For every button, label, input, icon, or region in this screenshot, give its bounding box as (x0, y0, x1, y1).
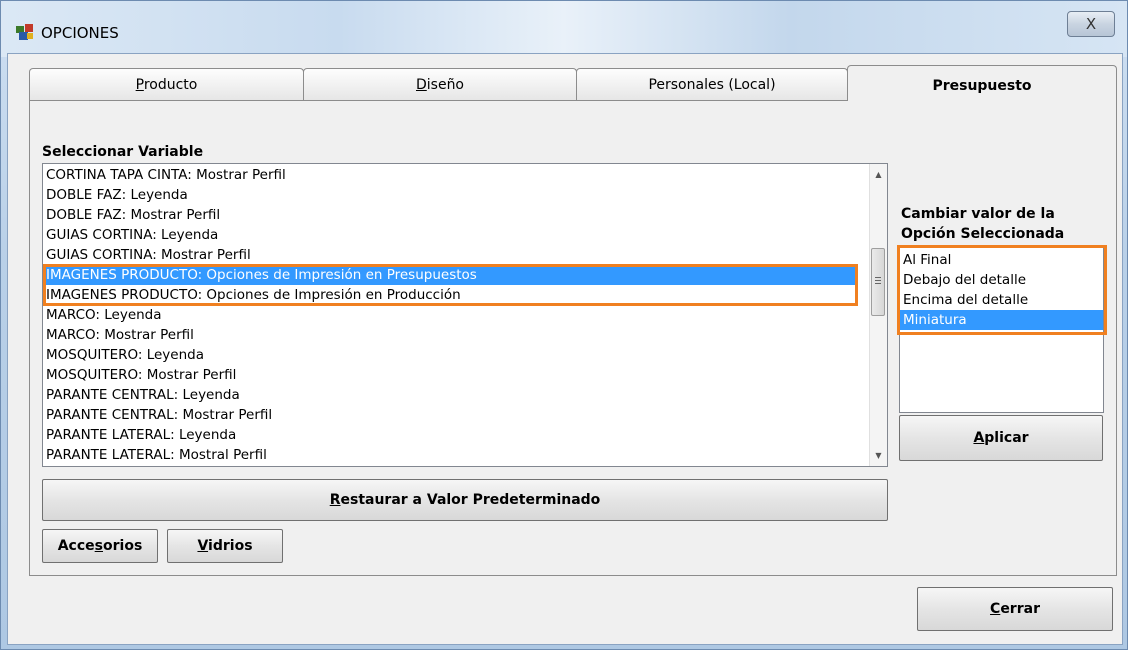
close-label: errar (1000, 601, 1040, 617)
options-highlight-box (897, 245, 1107, 335)
list-item[interactable]: CORTINA TAPA CINTA: Mostrar Perfil (43, 165, 858, 185)
list-item[interactable]: DOBLE FAZ: Leyenda (43, 185, 858, 205)
list-item[interactable]: PARANTE CENTRAL: Mostrar Perfil (43, 405, 858, 425)
tab-presupuesto-label: Presupuesto (932, 78, 1032, 94)
list-item[interactable]: DOBLE FAZ: Mostrar Perfil (43, 205, 858, 225)
accessories-button[interactable]: Accesorios (42, 529, 158, 563)
list-item[interactable]: PARANTE LATERAL: Mostral Perfil (43, 445, 858, 465)
options-window: OPCIONES X Producto Diseño Personales (L… (0, 0, 1128, 650)
change-value-label-line1: Cambiar valor de la (901, 206, 1055, 222)
scroll-thumb[interactable] (871, 248, 885, 316)
restore-default-button[interactable]: Restaurar a Valor Predeterminado (42, 479, 888, 521)
variables-scrollbar[interactable]: ▲ ▼ (869, 164, 887, 466)
grip-line (875, 283, 881, 284)
tab-diseno[interactable]: Diseño (303, 68, 577, 100)
list-item[interactable]: MARCO: Mostrar Perfil (43, 325, 858, 345)
tab-producto-mnemonic: P (135, 77, 144, 93)
list-item[interactable]: MOSQUITERO: Leyenda (43, 345, 858, 365)
glass-mnemonic: V (197, 538, 209, 554)
tab-personales-label: Personales (Local) (648, 77, 776, 93)
change-value-label-line2: Opción Seleccionada (901, 226, 1065, 242)
variables-highlight-box (43, 264, 858, 306)
apply-label: plicar (984, 430, 1029, 446)
accessories-mnemonic: s (94, 538, 103, 554)
tab-producto[interactable]: Producto (29, 68, 304, 100)
glass-label: idrios (208, 538, 253, 554)
list-item[interactable]: GUIAS CORTINA: Leyenda (43, 225, 858, 245)
accessories-label-post: orios (103, 538, 143, 554)
list-item[interactable]: PARANTE LATERAL: Leyenda (43, 425, 858, 445)
apply-mnemonic: A (973, 430, 985, 446)
tab-producto-label: roducto (143, 77, 198, 93)
apply-button[interactable]: Aplicar (899, 415, 1103, 461)
list-item[interactable]: PARANTE CENTRAL: Leyenda (43, 385, 858, 405)
restore-label: estaurar a Valor Predeterminado (340, 492, 601, 508)
scroll-up-icon[interactable]: ▲ (870, 166, 887, 183)
window-title: OPCIONES (41, 24, 119, 42)
list-item[interactable]: MARCO: Leyenda (43, 305, 858, 325)
close-button[interactable]: Cerrar (917, 587, 1113, 631)
close-window-button[interactable]: X (1067, 11, 1115, 37)
glass-button[interactable]: Vidrios (167, 529, 283, 563)
title-bar[interactable]: OPCIONES X (1, 1, 1127, 57)
scroll-down-icon[interactable]: ▼ (870, 447, 887, 464)
list-item[interactable]: MOSQUITERO: Mostrar Perfil (43, 365, 858, 385)
tab-personales[interactable]: Personales (Local) (576, 68, 848, 100)
restore-mnemonic: R (329, 492, 341, 508)
tab-diseno-label: iseño (426, 77, 465, 93)
close-icon: X (1085, 15, 1097, 33)
grip-line (875, 280, 881, 281)
list-item[interactable]: GUIAS CORTINA: Mostrar Perfil (43, 245, 858, 265)
app-icon (16, 24, 33, 40)
close-mnemonic: C (990, 601, 1001, 617)
select-variable-label: Seleccionar Variable (42, 144, 204, 160)
tab-presupuesto[interactable]: Presupuesto (847, 65, 1117, 101)
grip-line (875, 277, 881, 278)
variables-listbox[interactable]: CORTINA TAPA CINTA: Mostrar Perfil DOBLE… (42, 163, 888, 467)
accessories-label-pre: Acce (57, 538, 95, 554)
tab-diseno-mnemonic: D (415, 77, 427, 93)
